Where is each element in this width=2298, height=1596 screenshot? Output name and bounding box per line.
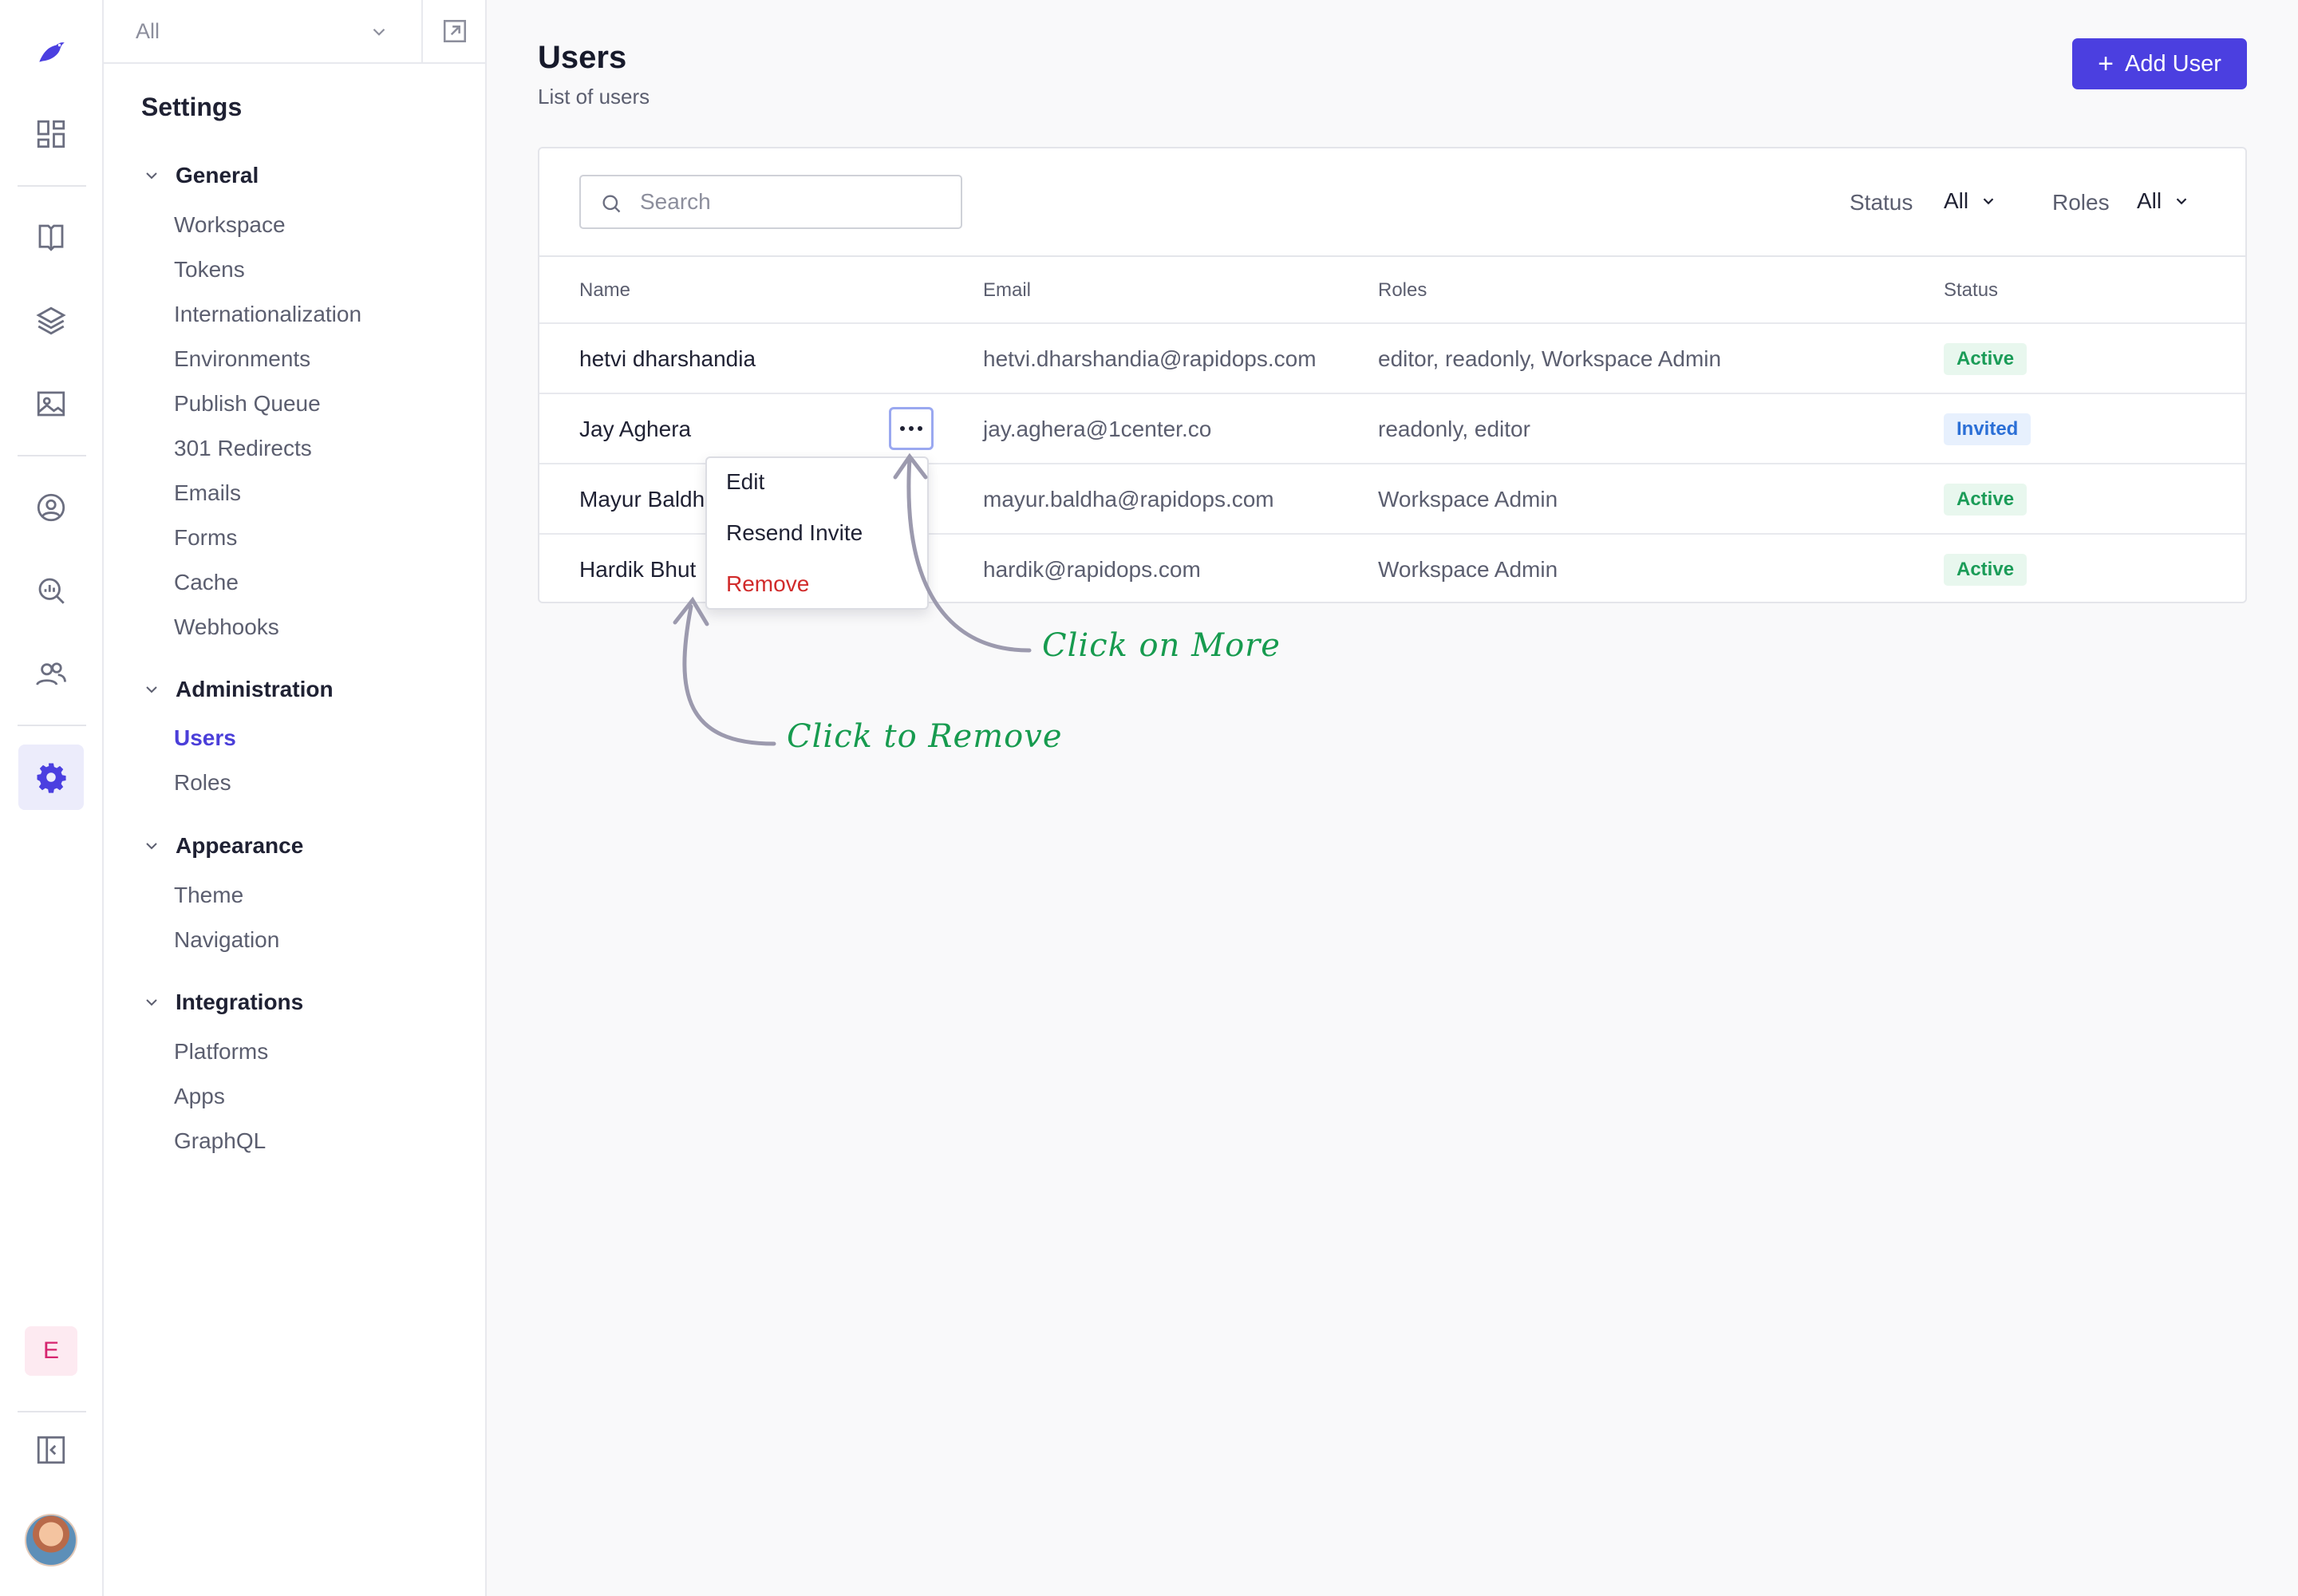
group-integrations[interactable]: Integrations [142, 986, 303, 1018]
plus-icon: + [2098, 49, 2114, 79]
table-row[interactable]: hetvi dharshandia hetvi.dharshandia@rapi… [539, 322, 2245, 393]
bird-logo-icon[interactable] [18, 19, 84, 85]
group-appearance[interactable]: Appearance [142, 830, 303, 862]
chevron-down-icon [146, 843, 157, 850]
nav-item-workspace[interactable]: Workspace [174, 211, 286, 239]
open-external-icon [443, 19, 467, 43]
book-icon[interactable] [18, 204, 84, 270]
annotation-click-remove: Click to Remove [787, 718, 1063, 755]
layers-icon[interactable] [18, 288, 84, 354]
menu-item-remove[interactable]: Remove [726, 571, 809, 597]
settings-gear-icon[interactable] [18, 745, 84, 810]
nav-item-tokens[interactable]: Tokens [174, 256, 245, 283]
nav-item-apps[interactable]: Apps [174, 1083, 225, 1110]
settings-title: Settings [141, 93, 243, 121]
nav-item-forms[interactable]: Forms [174, 524, 237, 551]
status-badge: Active [1944, 484, 2028, 516]
user-name: Hardik Bhut [579, 557, 697, 582]
nav-item-emails[interactable]: Emails [174, 480, 241, 507]
status-filter-dropdown[interactable]: All [1944, 188, 1997, 214]
image-icon[interactable] [18, 371, 84, 437]
user-email: mayur.baldha@rapidops.com [983, 487, 1274, 512]
nav-item-publish-queue[interactable]: Publish Queue [174, 390, 321, 417]
open-external-button[interactable] [423, 0, 487, 64]
group-administration[interactable]: Administration [142, 674, 334, 705]
search-input[interactable]: Search [579, 175, 962, 229]
menu-item-resend-invite[interactable]: Resend Invite [726, 520, 863, 546]
nav-item-webhooks[interactable]: Webhooks [174, 614, 279, 641]
menu-item-edit[interactable]: Edit [726, 469, 764, 495]
user-avatar[interactable] [25, 1514, 77, 1566]
scope-select[interactable]: All [104, 0, 423, 64]
page-title: Users [538, 40, 627, 75]
nav-item-cache[interactable]: Cache [174, 569, 239, 596]
nav-item-graphql[interactable]: GraphQL [174, 1128, 266, 1155]
icon-rail: E [0, 0, 104, 1596]
chevron-down-icon [146, 999, 157, 1006]
user-name: Jay Aghera [579, 417, 692, 441]
status-filter-label: Status [1850, 190, 1913, 215]
user-roles: editor, readonly, Workspace Admin [1378, 346, 1722, 371]
chevron-down-icon [146, 686, 157, 693]
roles-filter-dropdown[interactable]: All [2137, 188, 2190, 214]
nav-item-301-redirects[interactable]: 301 Redirects [174, 435, 312, 462]
roles-filter-label: Roles [2052, 190, 2110, 215]
search-icon [602, 195, 621, 213]
analytics-search-icon[interactable] [18, 558, 84, 623]
nav-item-internationalization[interactable]: Internationalization [174, 301, 361, 328]
user-name: hetvi dharshandia [579, 346, 756, 371]
status-badge: Invited [1944, 413, 2031, 445]
table-row[interactable]: Jay Aghera jay.aghera@1center.co readonl… [539, 393, 2245, 463]
chevron-down-icon [373, 28, 385, 36]
column-header-name[interactable]: Name [579, 279, 630, 302]
search-placeholder: Search [640, 189, 711, 214]
more-dots-icon [900, 426, 905, 431]
chevron-down-icon [146, 172, 157, 180]
more-actions-button[interactable] [889, 407, 934, 450]
user-roles: readonly, editor [1378, 417, 1530, 441]
nav-item-navigation[interactable]: Navigation [174, 926, 279, 954]
nav-item-users[interactable]: Users [174, 725, 236, 752]
chevron-down-icon [2176, 198, 2187, 205]
users-icon[interactable] [18, 641, 84, 706]
status-badge: Active [1944, 554, 2028, 586]
dashboard-icon[interactable] [18, 101, 84, 167]
page-subtitle: List of users [538, 85, 650, 109]
chevron-down-icon [1983, 198, 1994, 205]
user-circle-icon[interactable] [18, 475, 84, 540]
sidebar-collapse-icon[interactable] [18, 1417, 84, 1483]
user-email: jay.aghera@1center.co [983, 417, 1212, 441]
nav-item-theme[interactable]: Theme [174, 882, 243, 909]
nav-item-roles[interactable]: Roles [174, 769, 231, 796]
user-email: hetvi.dharshandia@rapidops.com [983, 346, 1317, 371]
nav-item-platforms[interactable]: Platforms [174, 1038, 268, 1065]
column-header-email[interactable]: Email [983, 279, 1031, 302]
group-general[interactable]: General [142, 160, 259, 192]
column-header-status[interactable]: Status [1944, 279, 1998, 302]
add-user-button[interactable]: + Add User [2072, 38, 2247, 89]
annotation-click-more: Click on More [1042, 627, 1281, 664]
row-actions-menu: Edit Resend Invite Remove [705, 456, 929, 610]
scope-select-value: All [136, 18, 160, 43]
user-name: Mayur Baldh [579, 487, 705, 512]
environment-badge[interactable]: E [25, 1326, 77, 1376]
status-badge: Active [1944, 343, 2028, 375]
user-roles: Workspace Admin [1378, 557, 1558, 582]
column-header-roles[interactable]: Roles [1378, 279, 1427, 302]
user-roles: Workspace Admin [1378, 487, 1558, 512]
settings-subnav: All Settings General Workspace Tokens In… [104, 0, 487, 1596]
nav-item-environments[interactable]: Environments [174, 346, 310, 373]
user-email: hardik@rapidops.com [983, 557, 1201, 582]
